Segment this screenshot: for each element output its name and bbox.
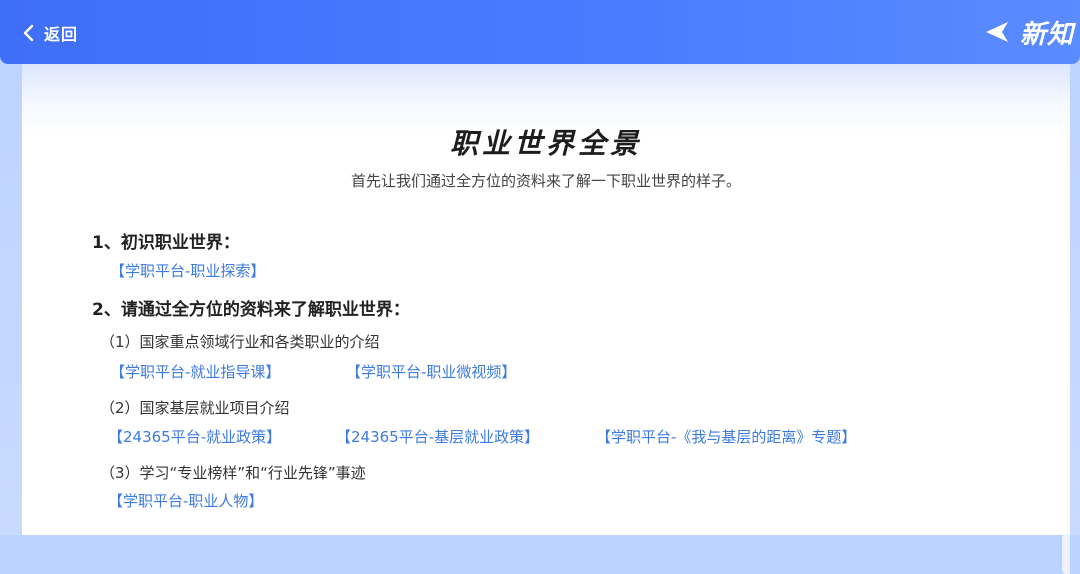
arrow-left-icon — [985, 22, 1008, 42]
section-2-heading: 2、请通过全方位的资料来了解职业世界： — [92, 300, 410, 320]
link-employment-guidance-course[interactable]: 【学职平台-就业指导课】 — [110, 361, 280, 382]
link-career-micro-video[interactable]: 【学职平台-职业微视频】 — [346, 361, 516, 382]
section-2-item-1-label: （1）国家重点领域行业和各类职业的介绍 — [100, 333, 380, 351]
brand-name: 新知 — [1019, 19, 1074, 50]
back-button[interactable]: 返回 — [20, 19, 78, 47]
link-24365-employment-policy[interactable]: 【24365平台-就业政策】 — [108, 426, 281, 447]
section-1-heading: 1、初识职业世界： — [92, 233, 240, 253]
brand-logo: 新知 — [985, 12, 1074, 52]
page-subtitle: 首先让我们通过全方位的资料来了解一下职业世界的样子。 — [350, 172, 741, 190]
back-label: 返回 — [44, 25, 79, 44]
content-panel: 职业世界全景 首先让我们通过全方位的资料来了解一下职业世界的样子。 1、初识职业… — [22, 64, 1070, 574]
section-2-item-3-label: （3）学习“专业榜样”和“行业先锋”事迹 — [100, 464, 366, 482]
side-handle — [1062, 534, 1070, 574]
link-career-exploration[interactable]: 【学职平台-职业探索】 — [110, 260, 265, 281]
section-2-item-2-label: （2）国家基层就业项目介绍 — [100, 399, 290, 417]
top-bar: 返回 新知 — [0, 0, 1080, 64]
link-grassroots-distance-topic[interactable]: 【学职平台-《我与基层的距离》专题】 — [596, 426, 856, 447]
page-title: 职业世界全景 — [449, 127, 642, 160]
link-24365-grassroots-policy[interactable]: 【24365平台-基层就业政策】 — [336, 426, 539, 447]
link-career-figures[interactable]: 【学职平台-职业人物】 — [108, 490, 263, 511]
chevron-left-icon — [23, 24, 34, 42]
